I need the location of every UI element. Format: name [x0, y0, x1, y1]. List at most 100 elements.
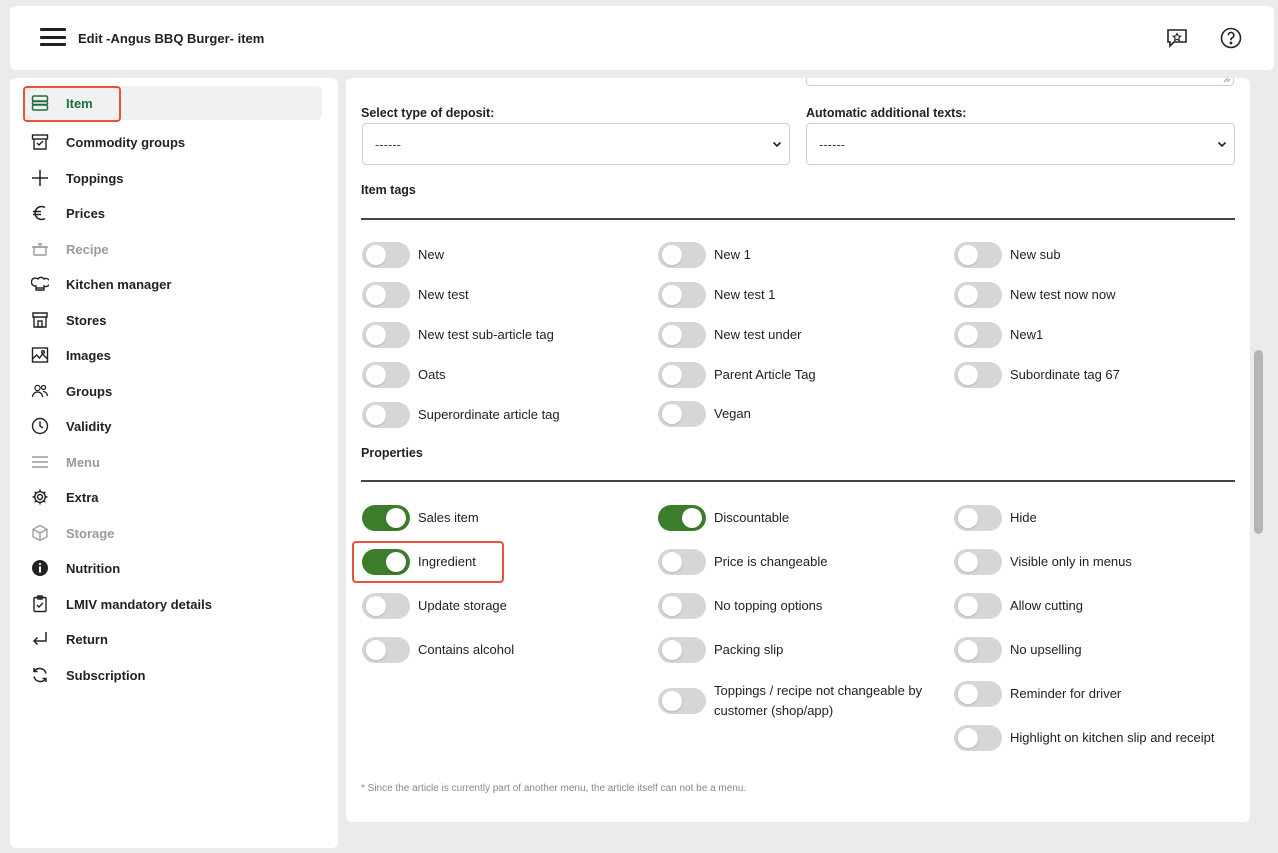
toggle-label: Toppings / recipe not changeable by cust…	[714, 683, 923, 718]
toggle-switch[interactable]	[362, 242, 410, 268]
property-toggle-row: Toppings / recipe not changeable by cust…	[658, 681, 934, 721]
sidebar-item-stores[interactable]: Stores	[24, 303, 322, 337]
toggle-switch[interactable]	[954, 637, 1002, 663]
toggle-label: Hide	[1010, 510, 1037, 525]
property-toggle-row: Price is changeable	[658, 549, 827, 575]
toggle-label: Oats	[418, 367, 446, 382]
toggle-switch[interactable]	[954, 282, 1002, 308]
deposit-value: ------	[375, 136, 401, 152]
deposit-select[interactable]: ------	[362, 123, 790, 165]
toggle-switch[interactable]	[658, 549, 706, 575]
property-toggle-row: Packing slip	[658, 637, 783, 663]
sidebar-item-commodity-groups[interactable]: Commodity groups	[24, 125, 322, 159]
toggle-switch[interactable]	[362, 402, 410, 428]
property-toggle-row: Update storage	[362, 593, 507, 619]
description-textarea[interactable]	[806, 78, 1234, 86]
sidebar-item-toppings[interactable]: Toppings	[24, 161, 322, 195]
clipboard-icon	[30, 594, 50, 614]
sidebar-item-menu[interactable]: Menu	[24, 445, 322, 479]
toggle-label: New test under	[714, 327, 802, 342]
toggle-switch[interactable]	[362, 282, 410, 308]
pot-icon	[30, 239, 50, 259]
tag-toggle-row: New test sub-article tag	[362, 322, 554, 348]
tag-toggle-row: New test now now	[954, 282, 1116, 308]
sidebar-item-images[interactable]: Images	[24, 338, 322, 372]
toggle-label: No topping options	[714, 598, 823, 613]
toggle-switch[interactable]	[954, 242, 1002, 268]
toggle-label: New sub	[1010, 247, 1061, 262]
sidebar-item-return[interactable]: Return	[24, 622, 322, 656]
sidebar-item-storage[interactable]: Storage	[24, 516, 322, 550]
sidebar-item-subscription[interactable]: Subscription	[24, 658, 322, 692]
sidebar-item-kitchen-manager[interactable]: Kitchen manager	[24, 267, 322, 301]
sidebar-item-validity[interactable]: Validity	[24, 409, 322, 443]
toggle-switch[interactable]	[954, 549, 1002, 575]
top-header: Edit -Angus BBQ Burger- item	[10, 6, 1274, 70]
sidebar-item-label: Kitchen manager	[66, 276, 172, 292]
toggle-switch[interactable]	[362, 505, 410, 531]
divider	[361, 218, 1235, 220]
item-tags-title: Item tags	[361, 183, 416, 197]
toggle-switch[interactable]	[658, 322, 706, 348]
toggle-switch[interactable]	[658, 637, 706, 663]
toggle-label: New test now now	[1010, 287, 1116, 302]
toggle-label: Parent Article Tag	[714, 367, 816, 382]
toggle-switch[interactable]	[362, 549, 410, 575]
sidebar-item-item[interactable]: Item	[24, 86, 322, 120]
toggle-switch[interactable]	[658, 242, 706, 268]
return-icon	[30, 629, 50, 649]
resize-handle-icon[interactable]	[1223, 78, 1231, 83]
toggle-switch[interactable]	[954, 593, 1002, 619]
property-toggle-row: No upselling	[954, 637, 1082, 663]
toggle-switch[interactable]	[954, 322, 1002, 348]
toggle-switch[interactable]	[658, 593, 706, 619]
toggle-switch[interactable]	[362, 322, 410, 348]
sidebar-item-label: Stores	[66, 312, 107, 328]
toggle-switch[interactable]	[362, 362, 410, 388]
toggle-switch[interactable]	[954, 505, 1002, 531]
toggle-label: Contains alcohol	[418, 642, 515, 657]
tag-toggle-row: New	[362, 242, 444, 268]
image-icon	[30, 345, 50, 365]
toggle-switch[interactable]	[658, 282, 706, 308]
info-icon	[30, 558, 50, 578]
tag-toggle-row: New test 1	[658, 282, 775, 308]
sidebar-item-prices[interactable]: Prices	[24, 196, 322, 230]
toggle-label: Discountable	[714, 510, 790, 525]
store-icon	[30, 310, 50, 330]
toggle-label: Vegan	[714, 406, 751, 421]
sidebar-item-extra[interactable]: Extra	[24, 480, 322, 514]
toggle-label: Sales item	[418, 510, 479, 525]
toggle-label: New	[418, 247, 445, 262]
hamburger-menu-icon[interactable]	[40, 28, 66, 46]
toggle-switch[interactable]	[954, 681, 1002, 707]
additional-texts-select[interactable]: ------	[806, 123, 1235, 165]
sidebar-item-label: Images	[66, 347, 111, 363]
toggle-switch[interactable]	[362, 637, 410, 663]
sidebar-item-lmiv[interactable]: LMIV mandatory details	[24, 587, 322, 621]
properties-title: Properties	[361, 446, 423, 460]
scrollbar-thumb[interactable]	[1254, 350, 1263, 534]
sidebar-item-label: Nutrition	[66, 560, 121, 576]
property-toggle-row: Reminder for driver	[954, 681, 1121, 707]
toggle-label: Superordinate article tag	[418, 407, 560, 422]
toggle-switch[interactable]	[954, 362, 1002, 388]
feedback-icon[interactable]	[1165, 26, 1189, 50]
deposit-label: Select type of deposit:	[361, 106, 495, 120]
sidebar-item-label: Item	[66, 95, 93, 111]
menu-footnote: * Since the article is currently part of…	[361, 783, 747, 794]
lines-icon	[30, 452, 50, 472]
toggle-switch[interactable]	[658, 362, 706, 388]
toggle-switch[interactable]	[658, 688, 706, 714]
sidebar-item-recipe[interactable]: Recipe	[24, 232, 322, 266]
toggle-switch[interactable]	[658, 505, 706, 531]
toggle-switch[interactable]	[362, 593, 410, 619]
help-icon[interactable]	[1219, 26, 1243, 50]
sidebar-item-groups[interactable]: Groups	[24, 374, 322, 408]
sidebar-item-nutrition[interactable]: Nutrition	[24, 551, 322, 585]
euro-icon	[30, 203, 50, 223]
gear-icon	[30, 487, 50, 507]
sidebar-item-label: Subscription	[66, 667, 146, 683]
toggle-switch[interactable]	[954, 725, 1002, 751]
toggle-switch[interactable]	[658, 401, 706, 427]
